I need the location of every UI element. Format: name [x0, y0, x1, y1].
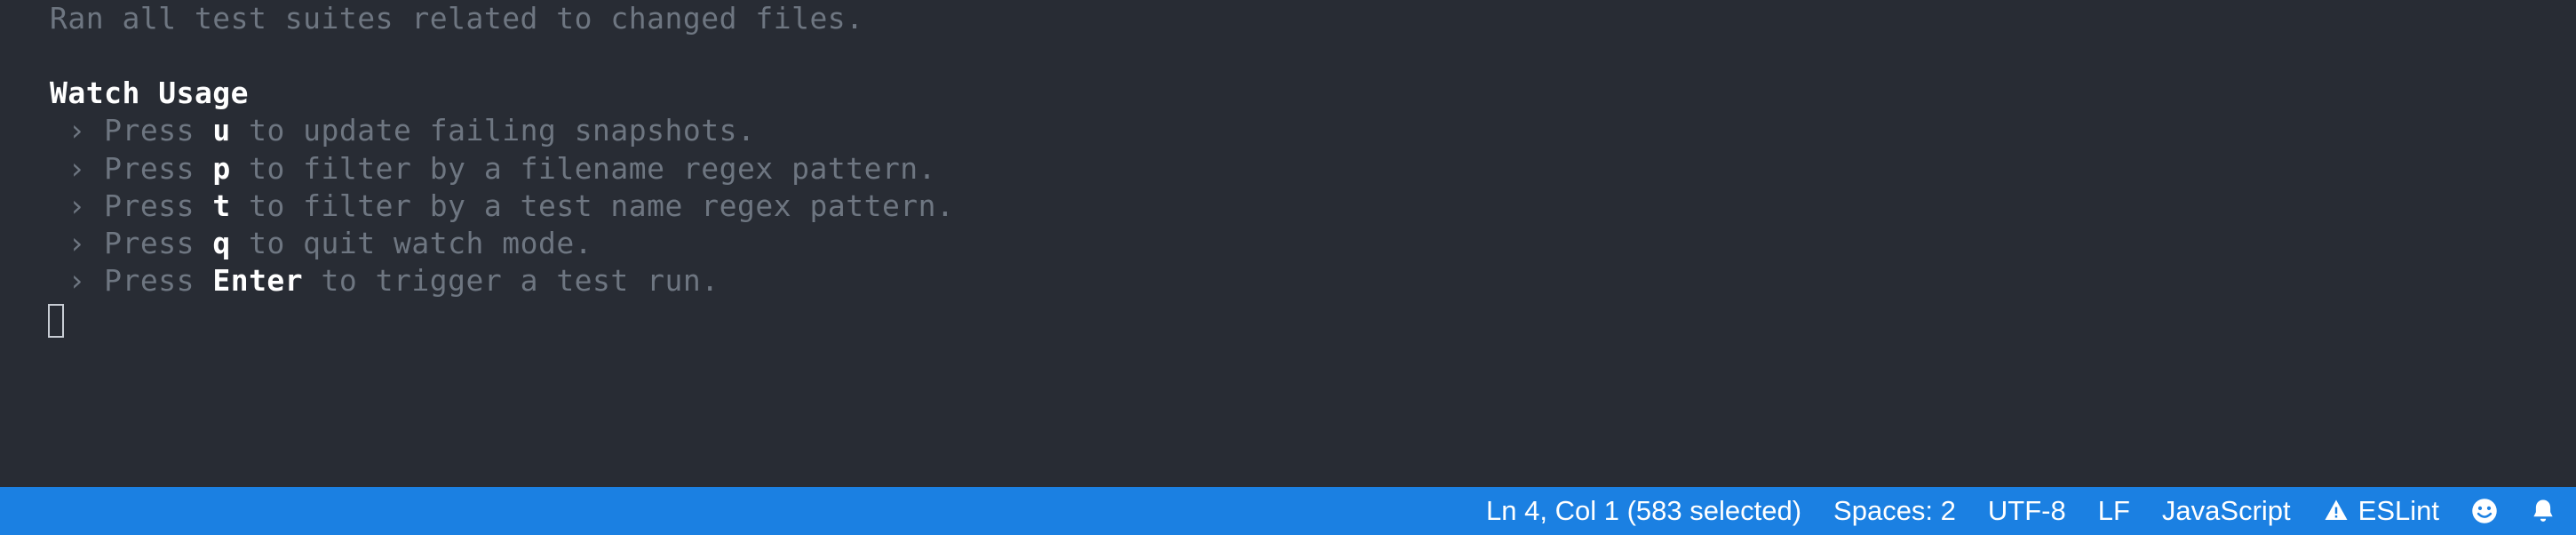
- smiley-icon: [2471, 498, 2498, 524]
- label-press: Press: [104, 226, 212, 260]
- status-eol[interactable]: LF: [2098, 495, 2130, 527]
- watch-usage-heading: Watch Usage: [50, 75, 2526, 112]
- arrow-icon: ›: [50, 151, 104, 186]
- watch-entry: › Press q to quit watch mode.: [50, 225, 2526, 262]
- desc: to quit watch mode.: [231, 226, 592, 260]
- status-bar: Ln 4, Col 1 (583 selected) Spaces: 2 UTF…: [0, 487, 2576, 535]
- status-language-mode[interactable]: JavaScript: [2162, 495, 2291, 527]
- status-notifications[interactable]: [2530, 498, 2556, 524]
- blank-line: [50, 37, 2526, 75]
- key: u: [212, 113, 230, 148]
- status-indentation[interactable]: Spaces: 2: [1833, 495, 1956, 527]
- watch-entry: › Press Enter to trigger a test run.: [50, 262, 2526, 299]
- desc: to trigger a test run.: [303, 263, 719, 298]
- watch-entry: › Press p to filter by a filename regex …: [50, 150, 2526, 188]
- terminal-text: Ran all test suites related to changed f…: [50, 0, 2526, 37]
- status-encoding[interactable]: UTF-8: [1988, 495, 2066, 527]
- bell-icon: [2530, 498, 2556, 524]
- watch-entry: › Press u to update failing snapshots.: [50, 112, 2526, 149]
- key: t: [212, 188, 230, 223]
- desc: to filter by a filename regex pattern.: [231, 151, 936, 186]
- watch-entry: › Press t to filter by a test name regex…: [50, 188, 2526, 225]
- terminal-cursor[interactable]: [48, 304, 64, 338]
- status-feedback[interactable]: [2471, 498, 2498, 524]
- desc: to filter by a test name regex pattern.: [231, 188, 955, 223]
- key: q: [212, 226, 230, 260]
- arrow-icon: ›: [50, 263, 104, 298]
- arrow-icon: ›: [50, 113, 104, 148]
- status-eslint[interactable]: ESLint: [2323, 495, 2439, 527]
- label-press: Press: [104, 113, 212, 148]
- arrow-icon: ›: [50, 226, 104, 260]
- label-press: Press: [104, 188, 212, 223]
- arrow-icon: ›: [50, 188, 104, 223]
- label-press: Press: [104, 263, 212, 298]
- status-eslint-label: ESLint: [2358, 495, 2439, 527]
- terminal-output: Ran all test suites related to changed f…: [0, 0, 2576, 347]
- key: Enter: [212, 263, 303, 298]
- label-press: Press: [104, 151, 212, 186]
- warning-icon: [2323, 498, 2349, 524]
- status-cursor-position[interactable]: Ln 4, Col 1 (583 selected): [1486, 495, 1801, 527]
- key: p: [212, 151, 230, 186]
- desc: to update failing snapshots.: [231, 113, 756, 148]
